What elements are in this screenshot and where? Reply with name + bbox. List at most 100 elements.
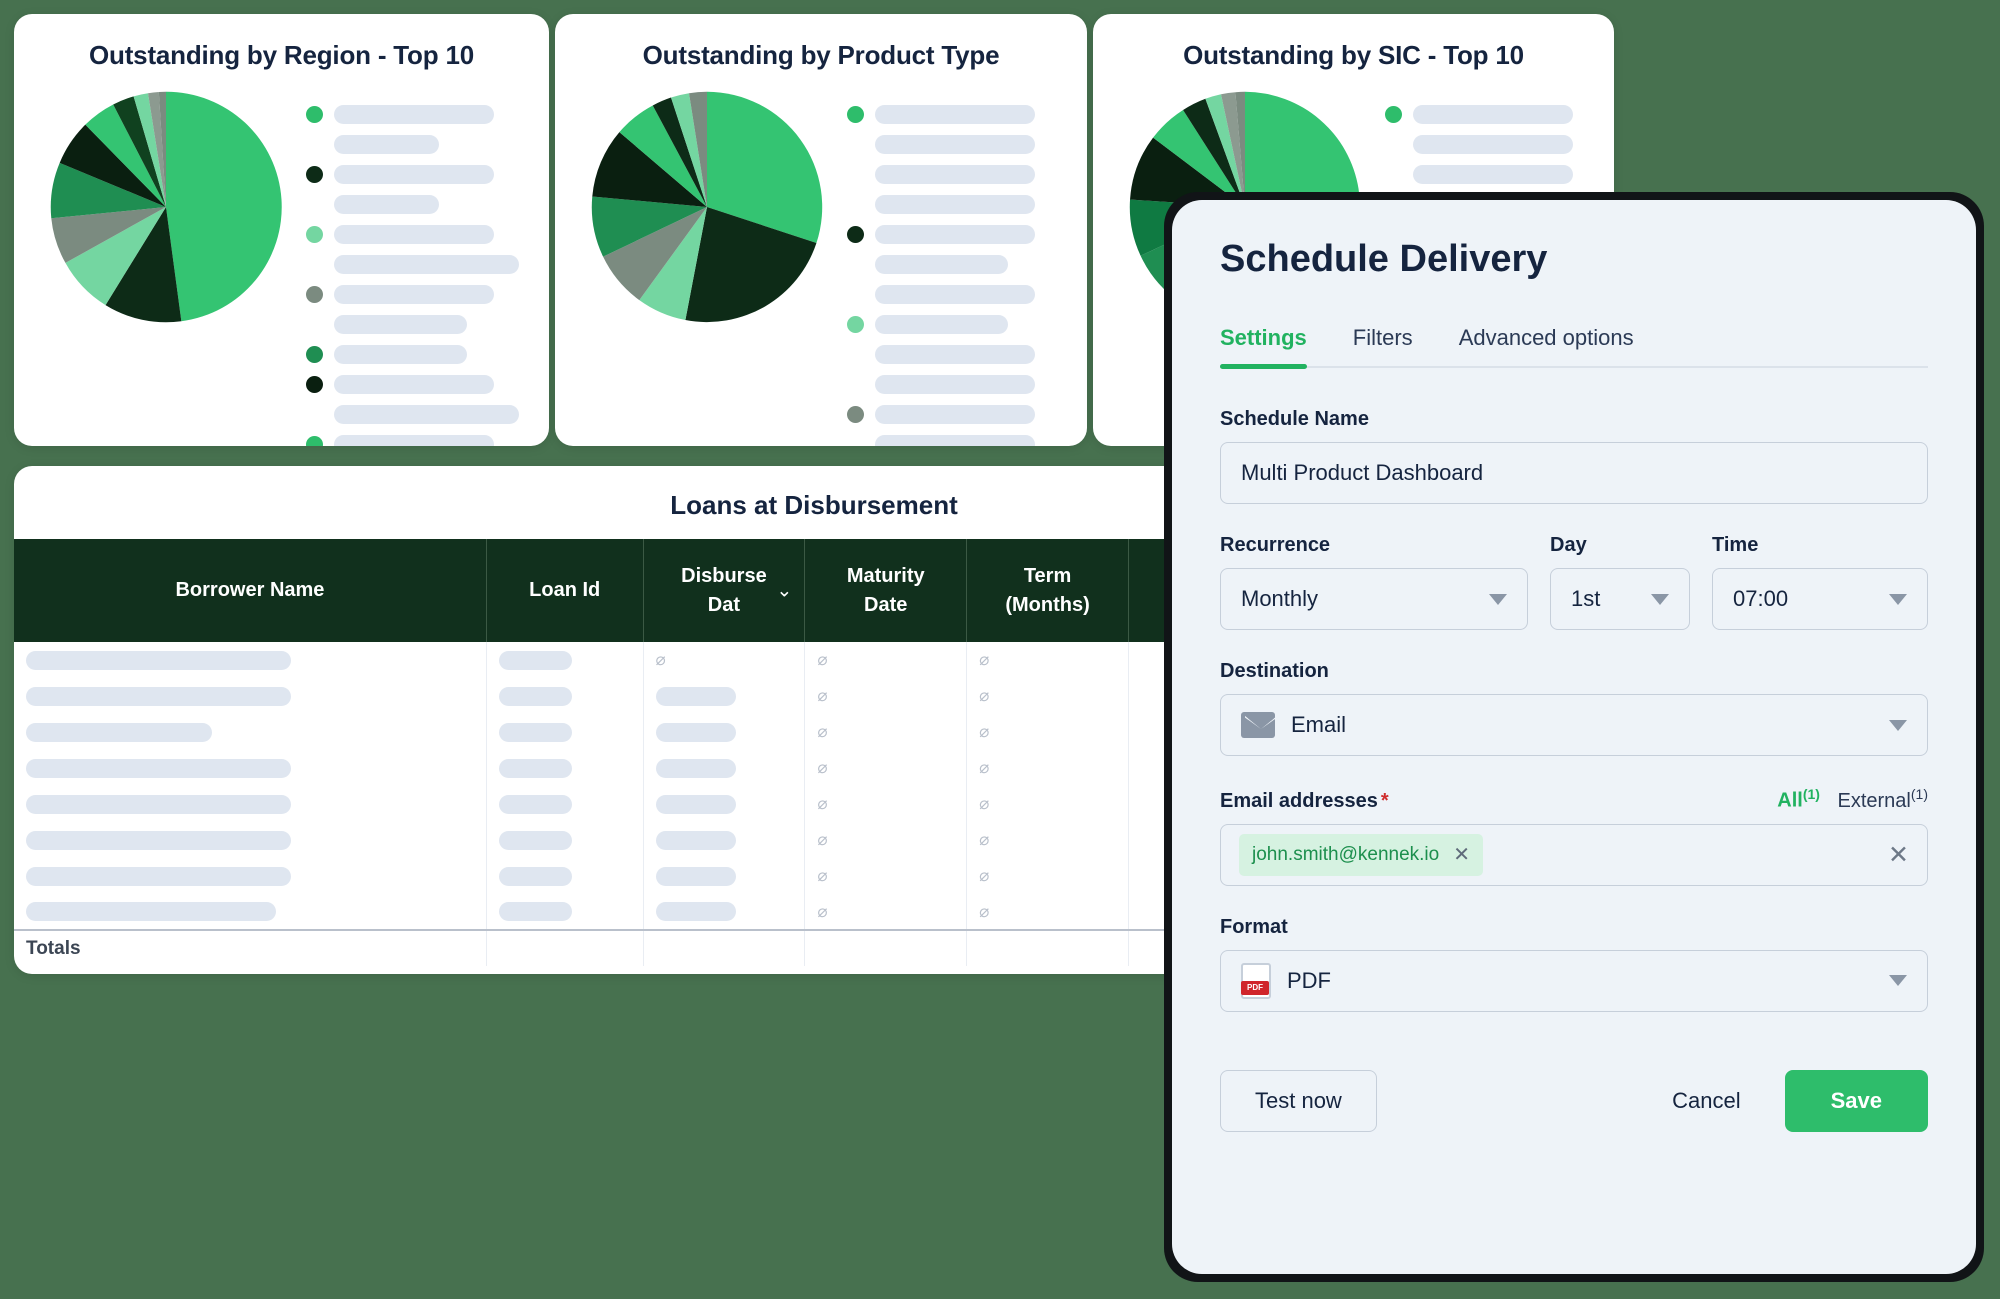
legend-placeholder <box>875 404 1035 424</box>
legend-placeholder <box>1413 164 1573 184</box>
email-addresses-group: Email addresses * All(1) External(1) john… <box>1220 786 1928 886</box>
cell-borrower-name <box>14 786 487 822</box>
cell-borrower-name <box>14 822 487 858</box>
legend-item[interactable] <box>306 403 535 425</box>
legend-item[interactable] <box>1385 133 1600 155</box>
legend-item[interactable] <box>306 253 535 275</box>
column-header-maturity-date[interactable]: Maturity Date <box>804 539 968 642</box>
column-header-borrower-name[interactable]: Borrower Name <box>14 539 487 642</box>
tab-advanced-options[interactable]: Advanced options <box>1459 325 1634 366</box>
column-header-loan-id[interactable]: Loan Id <box>486 539 644 642</box>
chart-title-region: Outstanding by Region - Top 10 <box>89 40 474 70</box>
destination-select[interactable]: Email <box>1220 694 1928 756</box>
legend-item[interactable] <box>847 373 1073 395</box>
cell-disbursement-date <box>643 822 806 858</box>
legend-placeholder <box>875 434 1035 446</box>
cell-maturity-date: ⌀ <box>804 822 968 858</box>
pie-svg-product-type <box>591 91 823 323</box>
legend-item[interactable] <box>1385 103 1600 125</box>
null-value: ⌀ <box>979 901 990 921</box>
legend-placeholder <box>334 134 439 154</box>
legend-item[interactable] <box>306 283 535 305</box>
cancel-button[interactable]: Cancel <box>1662 1070 1750 1132</box>
required-asterisk: * <box>1380 789 1389 812</box>
close-icon[interactable]: ✕ <box>1453 845 1470 865</box>
legend-item[interactable] <box>306 133 535 155</box>
column-header-disbursement-date[interactable]: Disburse Dat ⌄ <box>643 539 806 642</box>
null-value: ⌀ <box>817 758 828 777</box>
header-line-1: Loan Id <box>529 579 601 601</box>
legend-item[interactable] <box>847 403 1073 425</box>
legend-item[interactable] <box>847 223 1073 245</box>
time-select[interactable]: 07:00 <box>1712 568 1928 630</box>
skeleton-bar <box>498 830 572 850</box>
legend-dot-icon <box>306 136 323 153</box>
test-now-button[interactable]: Test now <box>1220 1069 1377 1132</box>
skeleton-bar <box>655 686 736 706</box>
legend-item[interactable] <box>847 283 1073 305</box>
null-value: ⌀ <box>817 794 828 813</box>
column-header-term-months[interactable]: Term (Months) <box>966 539 1129 642</box>
null-value: ⌀ <box>817 866 828 885</box>
day-select[interactable]: 1st <box>1550 568 1690 630</box>
pie-chart-product-type[interactable] <box>569 77 827 332</box>
skeleton-bar <box>655 794 736 814</box>
header-line-2: Dat <box>707 593 741 616</box>
save-button[interactable]: Save <box>1784 1069 1928 1132</box>
null-value: ⌀ <box>979 686 990 705</box>
legend-item[interactable] <box>847 163 1073 185</box>
legend-placeholder <box>334 254 519 274</box>
all-filter[interactable]: All <box>1777 790 1803 812</box>
legend-dot-icon <box>847 436 864 447</box>
chart-card-region: Outstanding by Region - Top 10 <box>14 14 549 446</box>
null-value: ⌀ <box>979 650 990 669</box>
schedule-name-input[interactable]: Multi Product Dashboard <box>1220 442 1928 504</box>
legend-item[interactable] <box>847 133 1073 155</box>
cell-loan-id <box>486 750 644 786</box>
pie-chart-region[interactable] <box>28 77 286 332</box>
skeleton-bar <box>26 686 291 706</box>
day-value: 1st <box>1571 586 1601 611</box>
recurrence-select[interactable]: Monthly <box>1220 568 1528 630</box>
email-chip[interactable]: john.smith@kennek.io ✕ <box>1239 833 1483 876</box>
legend-item[interactable] <box>306 433 535 446</box>
external-filter[interactable]: External <box>1838 790 1911 812</box>
email-addresses-input[interactable]: john.smith@kennek.io ✕ ✕ <box>1220 823 1928 886</box>
cell-term-months: ⌀ <box>966 678 1129 714</box>
cell-disbursement-date <box>643 714 806 750</box>
format-select[interactable]: PDF <box>1220 949 1928 1012</box>
time-label: Time <box>1712 534 1759 556</box>
header-line-1: Term <box>1023 564 1072 587</box>
legend-item[interactable] <box>306 373 535 395</box>
legend-item[interactable] <box>306 313 535 335</box>
legend-item[interactable] <box>847 433 1073 446</box>
clear-all-icon[interactable]: ✕ <box>1888 840 1909 870</box>
legend-dot-icon <box>847 136 864 153</box>
cell-maturity-date: ⌀ <box>804 714 968 750</box>
null-value: ⌀ <box>655 650 666 669</box>
cell-borrower-name <box>14 642 487 678</box>
legend-item[interactable] <box>847 313 1073 335</box>
legend-item[interactable] <box>847 343 1073 365</box>
legend-item[interactable] <box>306 193 535 215</box>
legend-item[interactable] <box>306 103 535 125</box>
cell-borrower-name <box>14 750 487 786</box>
legend-item[interactable] <box>847 193 1073 215</box>
pdf-file-icon <box>1241 962 1271 999</box>
legend-item[interactable] <box>306 223 535 245</box>
legend-item[interactable] <box>847 103 1073 125</box>
legend-item[interactable] <box>306 163 535 185</box>
cell-borrower-name <box>14 858 487 894</box>
tab-settings[interactable]: Settings <box>1220 325 1307 369</box>
legend-dot-icon <box>306 375 323 393</box>
legend-item[interactable] <box>306 343 535 365</box>
chevron-down-icon[interactable]: ⌄ <box>776 579 792 602</box>
legend-dot-icon <box>847 346 864 363</box>
tab-filters[interactable]: Filters <box>1353 325 1413 366</box>
legend-placeholder <box>875 344 1035 364</box>
recurrence-row: Recurrence Monthly Day 1st Time 07:00 <box>1220 534 1928 630</box>
legend-item[interactable] <box>1385 163 1600 185</box>
cell-borrower-name <box>14 714 487 750</box>
legend-item[interactable] <box>847 253 1073 275</box>
totals-label: Totals <box>14 929 487 966</box>
